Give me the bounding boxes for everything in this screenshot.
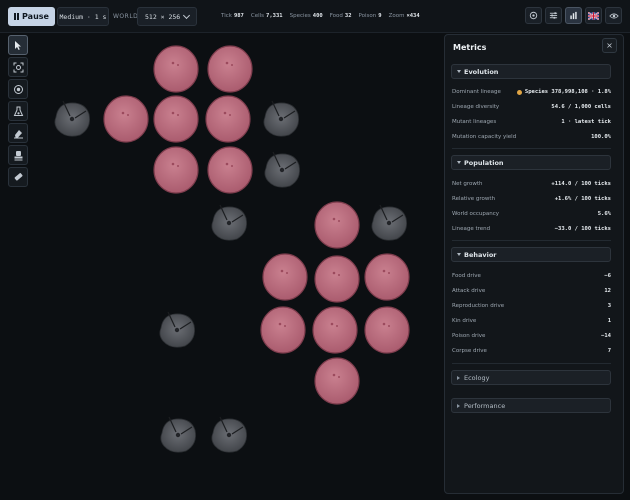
speed-select[interactable]: Medium · 1 s	[57, 7, 109, 26]
metric-row: Mutation capacity yield 100.0%	[452, 134, 611, 140]
metric-row: Lineage diversity 54.6 / 1,000 cells	[452, 104, 611, 110]
organism	[54, 100, 91, 137]
divider	[452, 363, 611, 364]
food-cell	[153, 146, 199, 194]
food-cell	[314, 357, 360, 405]
metric-row: Corpse drive 7	[452, 348, 611, 354]
section-performance-toggle[interactable]: Performance	[451, 398, 611, 413]
spawn-flask-tool[interactable]	[8, 101, 28, 121]
food-cell	[207, 45, 253, 93]
panel-title: Metrics	[453, 43, 487, 52]
spawn-flask-icon	[13, 106, 23, 116]
pause-button[interactable]: Pause	[8, 7, 55, 26]
visibility-button[interactable]	[605, 7, 622, 24]
organism	[371, 204, 408, 241]
uk-flag-icon	[588, 11, 599, 20]
food-cell	[364, 306, 410, 354]
metrics-button[interactable]	[565, 7, 582, 24]
toolbar-icon-group	[525, 7, 622, 24]
close-button[interactable]: ×	[602, 38, 617, 53]
food-cell	[207, 146, 253, 194]
divider	[452, 240, 611, 241]
section-ecology-toggle[interactable]: Ecology	[451, 370, 611, 385]
food-cell	[103, 95, 149, 143]
food-cell	[262, 253, 308, 301]
target-button[interactable]	[525, 7, 542, 24]
settings-button[interactable]	[545, 7, 562, 24]
food-cell	[153, 95, 199, 143]
select-tool[interactable]	[8, 35, 28, 55]
chevron-down-icon	[182, 11, 191, 20]
spawn-cell-tool[interactable]	[8, 79, 28, 99]
section-evolution-toggle[interactable]: Evolution	[451, 64, 611, 79]
close-icon: ×	[606, 41, 613, 50]
organism	[264, 151, 301, 188]
stats-readout: Tick 987 Cells 7,331 Species 400 Food 32 Poi…	[221, 13, 420, 19]
metric-row: Food drive −6	[452, 273, 611, 279]
eraser-tool[interactable]	[8, 167, 28, 187]
food-cell	[364, 253, 410, 301]
metric-row: Attack drive 12	[452, 288, 611, 294]
lineage-color-dot	[516, 89, 522, 95]
organism	[159, 311, 196, 348]
pause-icon	[14, 13, 20, 20]
pointer-icon	[15, 40, 21, 50]
divider	[452, 148, 611, 149]
stat-cells: Cells 7,331	[250, 13, 283, 19]
stat-zoom: Zoom ×434	[388, 13, 420, 19]
world-label: WORLD	[113, 13, 139, 20]
organism	[211, 416, 248, 453]
metric-row: Lineage trend −33.0 / 100 ticks	[452, 226, 611, 232]
focus-icon	[13, 62, 23, 72]
speed-label: Medium · 1 s	[59, 12, 107, 21]
food-cell	[205, 95, 251, 143]
organism	[160, 416, 197, 453]
metric-row: Poison drive −14	[452, 333, 611, 339]
stamp-tool[interactable]	[8, 145, 28, 165]
top-toolbar: Pause Medium · 1 s WORLD 512 × 256 Tick 9…	[0, 0, 630, 33]
food-cell	[312, 306, 358, 354]
stat-food: Food 32	[329, 13, 352, 19]
focus-tool[interactable]	[8, 57, 28, 77]
metric-row: Relative growth +1.6% / 100 ticks	[452, 196, 611, 202]
eraser-icon	[14, 172, 23, 180]
organism	[263, 100, 300, 137]
metrics-panel: Metrics × Evolution Dominant lineage Spec…	[444, 34, 624, 494]
tool-palette	[8, 35, 28, 187]
target-icon	[529, 11, 538, 20]
organism	[211, 204, 248, 241]
spawn-cell-icon	[13, 84, 23, 94]
stat-poison: Poison 9	[358, 13, 382, 19]
metric-row: Kin drive 1	[452, 318, 611, 324]
food-cell	[260, 306, 306, 354]
metric-row: Net growth +114.0 / 100 ticks	[452, 181, 611, 187]
world-size-select[interactable]: 512 × 256	[137, 7, 197, 26]
sliders-icon	[549, 12, 558, 19]
language-button[interactable]	[585, 7, 602, 24]
world-size-value: 512 × 256	[145, 12, 181, 21]
food-cell	[153, 45, 199, 93]
food-cell	[314, 255, 360, 303]
section-population-toggle[interactable]: Population	[451, 155, 611, 170]
bar-chart-icon	[570, 11, 577, 20]
erase-icon	[13, 129, 23, 138]
food-cell	[314, 201, 360, 249]
stat-species: Species 400	[289, 13, 323, 19]
stamp-icon	[14, 150, 22, 160]
stat-tick: Tick 987	[221, 13, 244, 19]
metric-row: World occupancy 5.6%	[452, 211, 611, 217]
simulation-canvas[interactable]	[30, 33, 442, 500]
erase-tool[interactable]	[8, 123, 28, 143]
section-behavior-toggle[interactable]: Behavior	[451, 247, 611, 262]
eye-icon	[608, 13, 619, 18]
metric-row: Reproduction drive 3	[452, 303, 611, 309]
pause-label: Pause	[22, 12, 49, 21]
cell-cluster	[103, 45, 410, 405]
metric-row: Mutant lineages 1 · latest tick	[452, 119, 611, 125]
metric-row: Dominant lineage Species 378,998,108 · 1.…	[452, 89, 611, 95]
